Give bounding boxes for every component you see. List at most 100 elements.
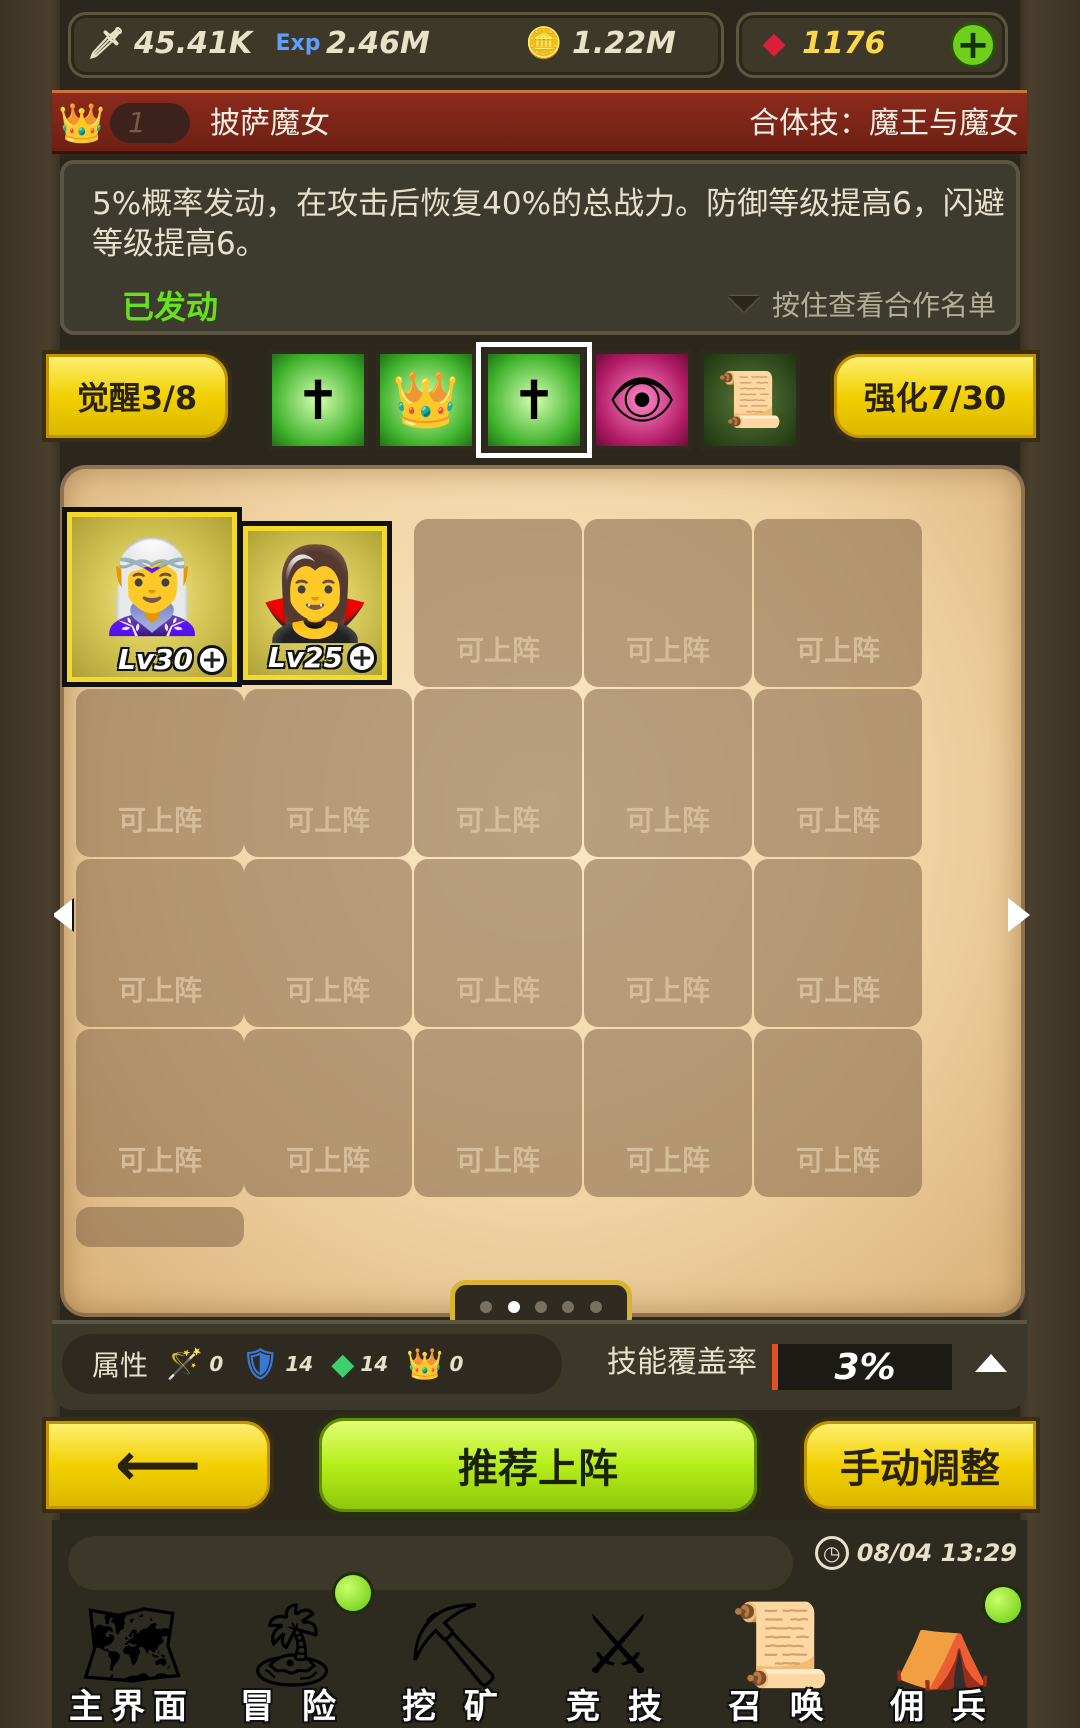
empty-slot[interactable]: 可上阵 [414,859,582,1027]
level-up-icon[interactable]: + [347,642,377,673]
skill-name: 披萨魔女 [210,106,330,141]
nav-item[interactable]: ⛏ 挖 矿 [374,1590,534,1728]
attack-resource: 🗡 45.41K [86,18,252,68]
holy-cross-icon[interactable]: ✝ [268,350,368,450]
coverage-value: 3% [772,1344,952,1390]
empty-slot[interactable]: 可上阵 [754,689,922,857]
hero-slot[interactable]: 🧝‍♀️ Lv30 + [62,507,242,687]
activation-status: 已发动 [122,288,219,326]
formation-grid-panel: 🧝‍♀️ Lv30 + 🧛‍♀️ Lv25 + 可上阵 可上阵 可上阵 可上阵 可上阵 可上阵 可上阵可… [60,465,1025,1317]
back-arrow-icon: ⟵ [114,1430,201,1500]
empty-slot[interactable]: 可上阵 [584,519,752,687]
skill-description-panel: 5%概率发动，在攻击后恢复40%的总战力。防御等级提高6，闪避等级提高6。 已发… [60,160,1020,335]
staff-icon: 🪄 [166,1346,204,1382]
hero-slot[interactable]: 🧛‍♀️ Lv25 + [238,521,392,685]
nav-label: 佣 兵 [890,1687,994,1727]
gem-icon: ◆ [331,1346,355,1382]
attribute-staff: 🪄 0 [166,1347,223,1382]
empty-slot[interactable]: 可上阵 [754,1029,922,1197]
add-gems-button[interactable]: + [950,22,996,68]
expand-up-icon[interactable] [975,1354,1007,1372]
action-button-row: ⟵ 推荐上阵 手动调整 [42,1413,1040,1517]
crown-icon: 👑 [406,1346,444,1382]
empty-slot[interactable]: 可上阵 [754,859,922,1027]
nav-label: 挖 矿 [402,1687,506,1727]
empty-slot[interactable]: 可上阵 [76,689,244,857]
eye-icon[interactable]: 👁 [592,350,692,450]
holy-cross-handshake-icon[interactable]: ✝ [476,342,592,458]
page-dot[interactable] [534,1301,547,1313]
empty-slot[interactable]: 可上阵 [76,859,244,1027]
attribute-value: 14 [360,1352,389,1376]
nav-item[interactable]: 📜 召 唤 [700,1590,860,1728]
attribute-label: 属性 [92,1349,149,1382]
crossed-swords-icon: ⚔ [581,1598,655,1693]
scroll-bundle-icon[interactable]: 📜 [700,350,800,450]
page-dot[interactable] [507,1301,520,1313]
empty-slot[interactable]: 可上阵 [584,1029,752,1197]
exp-value: 2.46M [326,25,430,61]
footer: ◷ 08/04 13:29 🗺 主界面 🏝 冒 险 ⛏ 挖 矿 ⚔ 竞 技 📜 召 唤 ⛺ 佣 兵 [52,1520,1027,1728]
empty-slot[interactable]: 可上阵 [244,1029,412,1197]
empty-slot[interactable]: 可上阵 [414,689,582,857]
empty-slot[interactable] [76,1207,244,1247]
level-up-icon[interactable]: + [197,644,227,675]
island-icon: 🏝 [239,1598,345,1693]
empty-slot[interactable]: 可上阵 [244,689,412,857]
attribute-summary: 属性 🪄 0 🛡 14 ◆ 14 👑 0 [62,1334,562,1394]
coin-icon: 🪙 [525,25,563,61]
dark-hair-mage-portrait: 🧛‍♀️ [258,541,372,647]
empty-slot[interactable]: 可上阵 [414,519,582,687]
hero-level: Lv30 + [118,643,227,676]
nav-item[interactable]: ⚔ 竞 技 [538,1590,698,1728]
hold-hint-label: 按住查看合作名单 [771,289,996,322]
summon-scroll-icon: 📜 [728,1598,832,1693]
enhance-button[interactable]: 强化7/30 [830,350,1040,442]
empty-slot[interactable]: 可上阵 [414,1029,582,1197]
page-dot[interactable] [562,1301,575,1313]
empty-slot[interactable]: 可上阵 [584,859,752,1027]
crown-icon: 👑 [58,100,106,145]
empty-slot[interactable]: 可上阵 [76,1029,244,1197]
page-dot[interactable] [480,1301,493,1313]
notification-dot [982,1584,1024,1626]
message-bar[interactable] [68,1536,793,1590]
recommend-button[interactable]: 推荐上阵 [314,1413,762,1517]
back-button[interactable]: ⟵ [42,1417,274,1513]
attribute-value: 0 [449,1352,464,1376]
gem-value: 1176 [802,25,886,61]
sword-icon: 🗡 [86,25,126,61]
coverage-label: 技能覆盖率 [607,1345,757,1380]
hero-level: Lv25 + [268,641,377,674]
page-dot[interactable] [589,1301,602,1313]
shield-icon: 🛡 [241,1346,280,1382]
pickaxe-icon: ⛏ [401,1598,507,1693]
skill-title-bar: 👑 1 披萨魔女 合体技：魔王与魔女 [52,90,1027,154]
attribute-bar: 属性 🪄 0 🛡 14 ◆ 14 👑 0 技能覆盖率 3% [52,1320,1027,1410]
tent-icon: ⛺ [890,1598,994,1693]
crown-up-icon[interactable]: 👑 [376,350,476,450]
green-hair-witch-portrait: 🧝‍♀️ [95,534,209,640]
exp-icon: Exp [275,30,321,56]
manual-adjust-button[interactable]: 手动调整 [800,1417,1040,1513]
nav-label: 主界面 [69,1687,195,1727]
skill-selector-row: 觉醒3/8 ✝ 👑 ✝ 👁 📜 强化7/30 [42,342,1040,458]
ruby-icon: ◆ [762,25,786,61]
attack-value: 45.41K [134,25,253,61]
empty-slot[interactable]: 可上阵 [754,519,922,687]
awaken-button[interactable]: 觉醒3/8 [42,350,232,442]
attribute-crown: 👑 0 [406,1347,463,1382]
cooperation-list-hint[interactable]: 按住查看合作名单 [727,284,996,324]
hero-level-text: Lv30 [117,643,193,676]
empty-slot[interactable]: 可上阵 [244,859,412,1027]
exp-resource: Exp 2.46M [275,18,430,68]
resource-bar: 🗡 45.41K Exp 2.46M 🪙 1.22M ◆ 1176 + [68,8,1008,82]
combo-skill-label: 合体技：魔王与魔女 [749,106,1019,141]
clock-icon: ◷ [814,1536,849,1570]
gem-resource: ◆ 1176 [754,18,886,68]
gold-resource: 🪙 1.22M [524,18,676,68]
nav-label: 召 唤 [728,1687,832,1727]
nav-label: 竞 技 [566,1687,670,1727]
empty-slot[interactable]: 可上阵 [584,689,752,857]
nav-item[interactable]: 🗺 主界面 [52,1590,212,1728]
